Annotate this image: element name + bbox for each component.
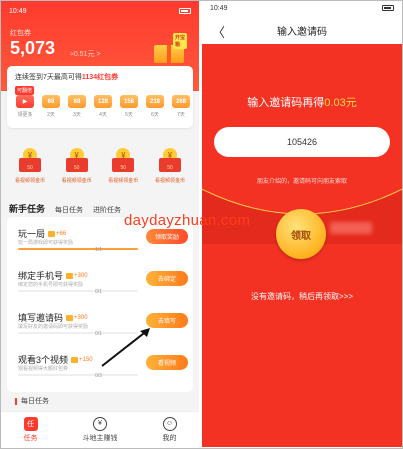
status-bar: 10:49 [210, 5, 394, 17]
task-reward: +300 [66, 272, 88, 279]
status-bar: 10:49 [9, 5, 191, 17]
invite-code-input[interactable] [214, 127, 390, 157]
bottom-nav: 任任务 ¥ 斗地主赚钱 ☺ 我的 [1, 411, 199, 447]
tab-daily[interactable]: 每日任务 [55, 205, 83, 215]
task-desc: 绑定您的手机号即可获得奖励 [18, 282, 84, 288]
signin-day[interactable]: 158 5天 [119, 95, 139, 118]
tab-advanced[interactable]: 进阶任务 [93, 205, 121, 215]
signin-day[interactable]: 268 7天 [171, 95, 191, 118]
section-marker [15, 397, 17, 405]
claim-button[interactable]: 领取 [276, 209, 326, 259]
status-time: 10:49 [210, 5, 228, 12]
watermark: daydayzhuan.com [124, 212, 251, 229]
video-reward-item[interactable]: ¥50 看视频领金币 [54, 148, 100, 184]
coupon-icon [48, 230, 56, 237]
signin-day[interactable]: 88 3天 [67, 95, 87, 118]
double-tag: 可翻倍 [15, 86, 35, 95]
signin-card: 连续签到7天最高可得1134红包券 可翻倍 ▶ 领更多 68 2天 88 3天 128… [7, 66, 193, 128]
annotation-arrow [101, 328, 150, 367]
task-progress [18, 374, 138, 376]
claim-reward-button[interactable]: 领取奖励 [146, 229, 188, 244]
video-rewards: ¥50 看视频领金币 ¥50 看视频领金币 ¥50 看视频领金币 ¥50 看视频领金币 [7, 148, 193, 184]
invite-panel: 输入邀请码再得0.03元 朋友介绍的，邀请码可向朋友索取 领取 没有邀请码，稍后… [202, 44, 402, 447]
coupon-icon [71, 356, 79, 363]
treasure-box-tag: 开宝箱 [173, 33, 187, 49]
red-envelope-icon: 50 [65, 158, 88, 172]
invite-headline: 输入邀请码再得0.03元 [247, 97, 357, 109]
status-right [179, 8, 191, 14]
skip-link[interactable]: 没有邀请码，稍后再领取>>> [202, 291, 402, 302]
signin-title: 连续签到7天最高可得1134红包券 [15, 74, 119, 81]
task-progress [18, 290, 138, 292]
coupon-label: 红包券 [10, 30, 31, 37]
red-envelope-icon: 50 [112, 158, 135, 172]
video-reward-item[interactable]: ¥50 看视频领金币 [7, 148, 53, 184]
video-reward-item[interactable]: ¥50 看视频领金币 [100, 148, 146, 184]
daily-tasks-header: 每日任务 [15, 396, 49, 406]
red-envelope-icon: 50 [158, 158, 181, 172]
play-icon: ▶ [16, 95, 34, 108]
nav-mine[interactable]: ☺ 我的 [162, 412, 177, 447]
signin-day[interactable]: 128 4天 [93, 95, 113, 118]
task-progress [18, 248, 138, 250]
signin-day[interactable]: ▶ 领更多 [15, 95, 35, 118]
battery-icon [179, 8, 191, 14]
task-reward: +66 [48, 230, 66, 237]
task-reward: +300 [66, 314, 88, 321]
nav-doudizhu[interactable]: ¥ 斗地主赚钱 [83, 412, 118, 447]
back-icon[interactable]: 〈 [212, 22, 225, 41]
task-reward: +150 [71, 356, 93, 363]
task-desc: 填写好友的邀请码即可获得奖励 [18, 324, 89, 330]
tab-newbie[interactable]: 新手任务 [9, 202, 45, 215]
page-title: 输入邀请码 [277, 26, 327, 38]
signin-highlight: 1134红包券 [81, 74, 119, 81]
balance-conversion[interactable]: ≈0.51元 > [70, 49, 101, 59]
video-reward-item[interactable]: ¥50 看视频领金币 [147, 148, 193, 184]
signin-day[interactable]: 218 6天 [145, 95, 165, 118]
gift-ribbon [167, 45, 171, 63]
red-envelope-icon: 50 [19, 158, 41, 172]
task-count: 1/1 [95, 247, 102, 253]
coupon-balance: 5,073 [10, 38, 56, 58]
signin-days: ▶ 领更多 68 2天 88 3天 128 4天 158 5天 218 6天 268 7天 [15, 95, 191, 118]
signin-day[interactable]: 68 2天 [41, 95, 61, 118]
battery-icon [382, 5, 394, 11]
task-desc: 观看视频得大额红包券 [18, 366, 69, 372]
task-count: 0/3 [95, 373, 102, 379]
yuan-icon: ¥ [93, 416, 107, 431]
bind-phone-button[interactable]: 去绑定 [146, 271, 188, 286]
coupon-icon [66, 314, 74, 321]
status-time: 10:49 [9, 7, 27, 15]
reward-amount: 0.03元 [324, 97, 357, 109]
nav-tasks[interactable]: 任任务 [23, 412, 38, 447]
coupon-icon [66, 272, 74, 279]
task-desc: 玩一局游戏即可获得奖励 [18, 240, 74, 246]
task-row: 绑定手机号 +300 绑定您的手机号即可获得奖励 0/1 去绑定 [7, 259, 193, 301]
treasure-box-button[interactable]: 开宝箱 [151, 33, 187, 63]
user-icon: ☺ [162, 416, 177, 431]
nav-bar: 〈 输入邀请码 [202, 17, 402, 43]
task-tabs: 新手任务 每日任务 进阶任务 [9, 202, 121, 215]
blurred-region [330, 222, 372, 234]
task-count: 0/1 [95, 289, 102, 295]
task-icon: 任 [23, 416, 38, 431]
